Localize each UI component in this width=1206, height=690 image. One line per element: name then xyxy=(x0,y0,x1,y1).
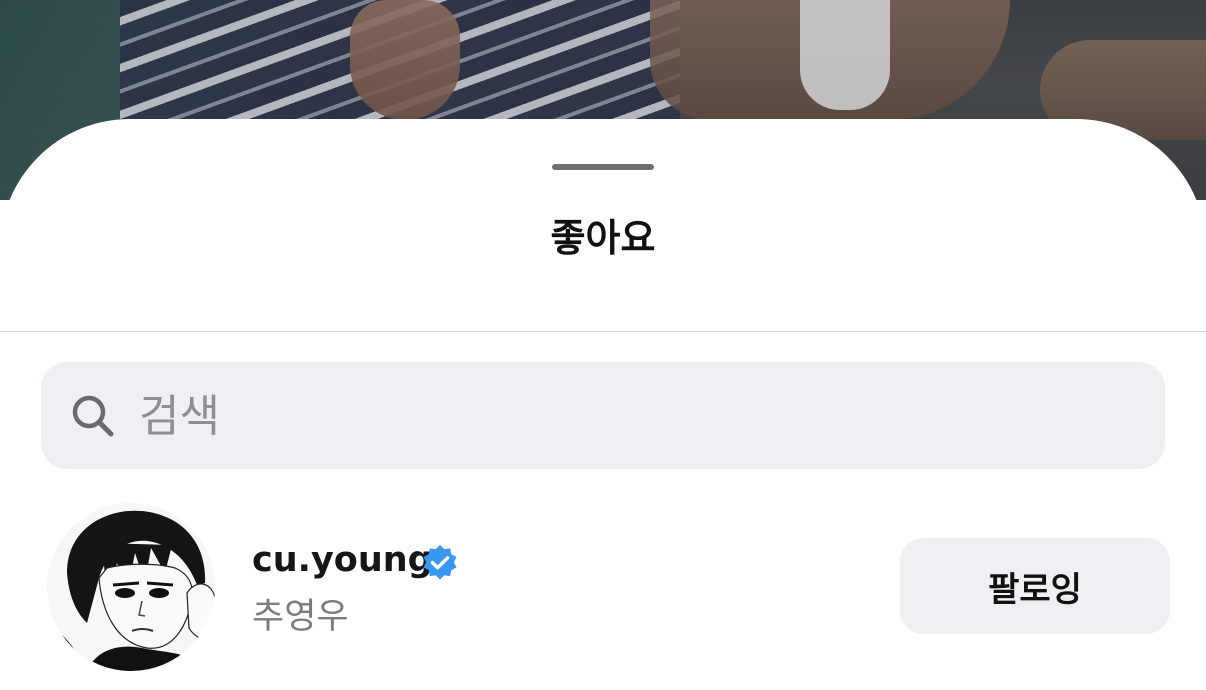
header-divider xyxy=(0,331,1206,332)
avatar-illustration xyxy=(47,503,215,671)
search-bar[interactable] xyxy=(41,362,1165,469)
likes-bottom-sheet: 좋아요 검색 cu.young 추영우 팔로잉 xyxy=(0,119,1206,690)
search-input[interactable] xyxy=(137,380,1141,452)
avatar[interactable] xyxy=(47,503,215,671)
sheet-title: 좋아요 xyxy=(550,216,656,260)
verified-badge-icon xyxy=(423,544,457,580)
search-icon xyxy=(72,395,114,437)
image-region-sock xyxy=(800,0,890,110)
list-item[interactable]: cu.young 추영우 팔로잉 xyxy=(0,502,1206,682)
image-region-hand xyxy=(350,0,460,120)
full-name: 추영우 xyxy=(252,597,349,637)
following-button[interactable]: 팔로잉 xyxy=(900,538,1170,634)
username[interactable]: cu.young xyxy=(252,540,433,580)
sheet-drag-handle[interactable] xyxy=(552,164,654,170)
